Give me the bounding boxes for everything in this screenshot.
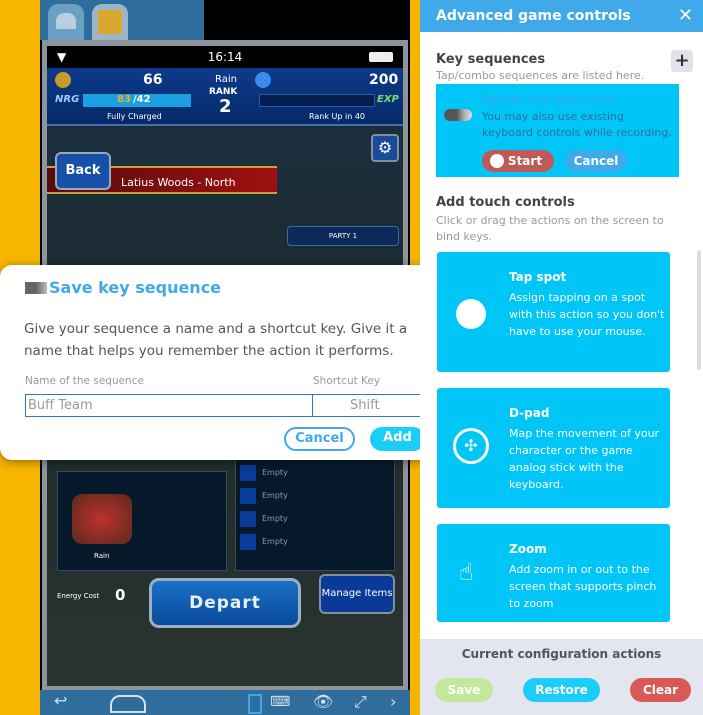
unit-panel[interactable]: Rain [57, 471, 227, 571]
zoom-card[interactable]: ☝ Zoom Add zoom in or out to the screen … [437, 524, 670, 622]
settings-gear-icon[interactable]: ⚙ [371, 134, 399, 162]
dialog-title: Save key sequence [49, 278, 222, 297]
eye-icon[interactable]: 👁 [313, 692, 333, 711]
fullscreen-icon[interactable]: ⤢ [354, 692, 367, 712]
home-tab[interactable] [48, 4, 84, 40]
back-icon[interactable]: ↩ [54, 691, 67, 710]
game-icon [98, 10, 122, 34]
emulator-nav-bar: ↩ ⌨ 👁 ⤢ › [40, 690, 410, 715]
record-description: You may also use existing keyboard contr… [482, 110, 672, 139]
wifi-icon: ▼ [57, 50, 67, 64]
key-sequences-title: Key sequences [436, 52, 546, 67]
save-button[interactable]: Save [435, 678, 493, 702]
item-slot[interactable]: Empty [240, 461, 288, 484]
save-key-sequence-dialog: Save key sequence ✕ Give your sequence a… [0, 265, 453, 460]
footer-title: Current configuration actions [461, 647, 662, 661]
gem-count: 200 [369, 72, 399, 88]
key-sequences-subtitle: Tap/combo sequences are listed here. [436, 69, 645, 82]
clock: 16:14 [207, 50, 243, 64]
gil-count: 66 [143, 72, 163, 88]
close-icon[interactable]: ✕ [678, 0, 693, 32]
rank-up-text: Rank Up in 40 [309, 112, 366, 121]
dpad-card[interactable]: ✣ D-pad Map the movement of your charact… [437, 388, 670, 508]
app-tabs [40, 0, 204, 40]
exp-bar [259, 94, 375, 107]
cancel-recording-button[interactable]: Cancel [565, 150, 627, 172]
shortcut-key-input[interactable] [312, 394, 425, 417]
record-icon [444, 109, 472, 121]
card-description: Map the movement of your character or th… [509, 427, 660, 491]
config-footer: Current configuration actions Save Resto… [420, 639, 703, 715]
rank-value: 2 [219, 96, 232, 117]
manage-items-button[interactable]: Manage Items [319, 574, 395, 614]
card-title: D-pad [509, 406, 550, 420]
party-label[interactable]: PARTY 1 [287, 226, 399, 246]
name-label: Name of the sequence [25, 375, 144, 387]
home-icon [56, 13, 76, 29]
touch-controls-subtitle: Click or drag the actions on the screen … [436, 214, 664, 243]
pinch-icon: ☝ [459, 558, 474, 586]
depart-button[interactable]: Depart [149, 578, 301, 628]
energy-cost-label: Energy Cost [57, 592, 100, 600]
panel-title: Advanced game controls [436, 8, 631, 24]
item-slot[interactable]: Empty [240, 530, 288, 553]
keyboard-icon[interactable]: ⌨ [270, 694, 290, 710]
restore-button[interactable]: Restore [523, 678, 600, 702]
nrg-status: Fully Charged [107, 112, 162, 121]
record-title: Record new sequence [482, 93, 614, 107]
unit-name: Rain [94, 552, 110, 560]
nrg-label: NRG [55, 94, 80, 105]
energy-cost-value: 0 [115, 586, 126, 604]
game-hud: 66 Rain RANK 2 200 NRG 83 /42 Fully Char… [47, 68, 403, 126]
card-title: Zoom [509, 542, 547, 556]
battery-icon [369, 52, 393, 62]
exp-label: EXP [377, 94, 399, 105]
dpad-icon: ✣ [453, 428, 489, 464]
sequence-icon [25, 282, 47, 294]
sequence-name-input[interactable] [25, 394, 313, 417]
add-button[interactable]: Add [370, 427, 425, 451]
player-name: Rain [215, 74, 237, 85]
touch-controls-title: Add touch controls [436, 195, 575, 210]
clear-button[interactable]: Clear [630, 678, 691, 702]
item-slot[interactable]: Empty [240, 507, 288, 530]
gil-icon [55, 72, 71, 88]
location-name: Latius Woods - North [121, 176, 236, 189]
game-tab[interactable] [92, 4, 128, 40]
nrg-max: /42 [133, 94, 151, 105]
tap-spot-card[interactable]: Tap spot Assign tapping on a spot with t… [437, 252, 670, 372]
home-icon[interactable] [110, 695, 146, 713]
chevron-right-icon[interactable]: › [390, 692, 396, 711]
advanced-controls-panel: Advanced game controls ✕ Key sequences + … [420, 0, 703, 715]
status-bar: ▼ 16:14 [47, 46, 403, 68]
card-description: Assign tapping on a spot with this actio… [509, 291, 665, 338]
item-list: Empty Empty Empty Empty [235, 456, 395, 571]
panel-header: Advanced game controls ✕ [420, 0, 703, 32]
add-sequence-button[interactable]: + [671, 50, 693, 72]
card-title: Tap spot [509, 270, 567, 284]
back-button[interactable]: Back [55, 152, 111, 190]
start-recording-button[interactable]: Start [482, 150, 554, 172]
scrollbar[interactable] [697, 250, 701, 370]
record-sequence-box: Record new sequence You may also use exi… [436, 84, 679, 177]
card-description: Add zoom in or out to the screen that su… [509, 563, 657, 610]
shortcut-label: Shortcut Key [313, 375, 381, 387]
gem-icon [255, 72, 271, 88]
phone-orientation-icon[interactable] [248, 694, 262, 714]
dialog-description: Give your sequence a name and a shortcut… [24, 321, 408, 359]
cancel-button[interactable]: Cancel [284, 427, 355, 451]
record-dot-icon [490, 154, 504, 168]
unit-sprite [72, 494, 132, 544]
circle-icon [456, 299, 486, 329]
nrg-value: 83 [117, 94, 131, 105]
item-slot[interactable]: Empty [240, 484, 288, 507]
